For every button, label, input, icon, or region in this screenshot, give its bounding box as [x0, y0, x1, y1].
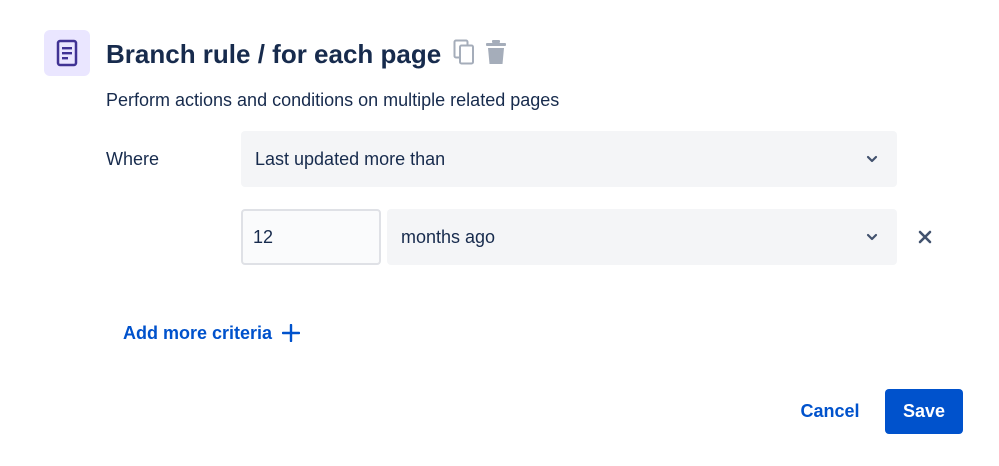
amount-input[interactable] [241, 209, 381, 265]
condition-select-value: Last updated more than [255, 148, 446, 169]
branch-rule-panel: Branch rule / for each page Perform acti… [0, 0, 999, 466]
copy-icon[interactable] [452, 38, 476, 66]
unit-select[interactable]: months ago [387, 209, 897, 265]
trash-icon[interactable] [484, 38, 508, 66]
condition-select[interactable]: Last updated more than [241, 131, 897, 187]
save-button[interactable]: Save [885, 389, 963, 434]
add-more-criteria-label: Add more criteria [123, 322, 273, 343]
rule-description: Perform actions and conditions on multip… [106, 90, 560, 110]
chevron-down-icon [866, 155, 878, 163]
title-actions [452, 38, 508, 66]
plus-icon [282, 324, 301, 342]
close-icon [918, 230, 932, 244]
rule-title: Branch rule / for each page [106, 39, 442, 69]
page-icon [44, 30, 90, 76]
chevron-down-icon [866, 233, 878, 241]
add-more-criteria-button[interactable]: Add more criteria [123, 320, 301, 346]
where-label: Where [106, 149, 160, 169]
remove-criteria-button[interactable] [913, 225, 937, 249]
unit-select-value: months ago [401, 226, 496, 247]
cancel-button[interactable]: Cancel [786, 389, 874, 434]
